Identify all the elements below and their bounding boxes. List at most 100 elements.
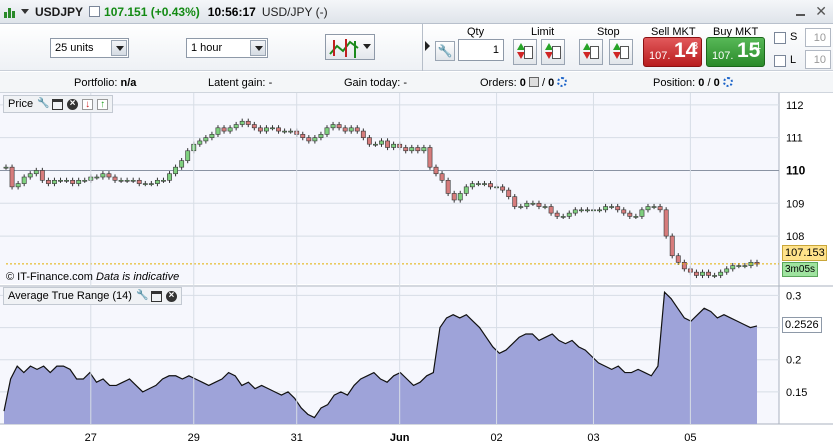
portfolio-label: Portfolio: xyxy=(74,77,118,89)
price-y-tick-label: 112 xyxy=(786,100,804,112)
position-label: Position: xyxy=(653,77,696,89)
symbol-name[interactable]: USDJPY xyxy=(35,5,83,19)
info-bar: Portfolio: n/a Latent gain: - Gain today… xyxy=(0,72,833,93)
chart-type-icon xyxy=(329,39,359,58)
stop-sell-button[interactable] xyxy=(609,39,633,65)
position-separator: / xyxy=(707,77,711,89)
limit-sell-button[interactable] xyxy=(541,39,565,65)
buy-order-icon[interactable]: ↑ xyxy=(97,98,109,110)
window-controls: ✕ xyxy=(796,4,827,18)
atr-panel-title: Average True Range (14) xyxy=(8,290,132,302)
limit-buy-button[interactable] xyxy=(513,39,537,65)
x-tick-label: 29 xyxy=(188,432,200,443)
stoploss-label: S xyxy=(790,31,798,43)
chevron-down-icon[interactable] xyxy=(363,44,371,49)
chart-area[interactable]: 108109110111112 0.150.20.250.3 272931Jun… xyxy=(0,93,833,443)
price-y-tick-label: 109 xyxy=(786,198,804,210)
window-icon[interactable] xyxy=(52,98,64,110)
qty-input[interactable]: 1 xyxy=(458,39,504,61)
copyright-text: © IT-Finance.com xyxy=(6,271,93,283)
sell-market-button[interactable]: 107. 14 3 xyxy=(643,37,702,67)
orders-count-b: 0 xyxy=(548,77,555,89)
timeframe-select[interactable]: 1 hour xyxy=(186,38,268,58)
atr-y-tick-label: 0.3 xyxy=(786,290,801,302)
indicative-text: Data is indicative xyxy=(96,271,180,283)
timeframe-value: 1 hour xyxy=(191,42,223,54)
atr-current-value: 0.2526 xyxy=(782,317,822,333)
collapse-arrow-icon[interactable] xyxy=(425,41,430,51)
minimize-icon[interactable] xyxy=(796,14,806,16)
chart-type-button[interactable] xyxy=(325,34,375,60)
price-panel-title: Price xyxy=(8,98,34,110)
limit-side-label: L xyxy=(790,54,797,66)
stoploss-input[interactable]: 10 xyxy=(805,28,831,47)
buy-price-sup: 1 xyxy=(755,41,761,52)
price-candle xyxy=(663,207,669,239)
limit-checkbox[interactable] xyxy=(774,55,786,67)
x-tick-label: 03 xyxy=(587,432,599,443)
quote-time: 10:56:17 xyxy=(207,4,256,19)
orders-separator: / xyxy=(542,77,546,89)
buy-market-button[interactable]: 107. 15 1 xyxy=(706,37,765,67)
units-value: 25 units xyxy=(55,42,94,54)
orders-label: Orders: xyxy=(480,77,517,89)
instrument-subtitle: USD/JPY (-) xyxy=(261,4,328,19)
stop-label: Stop xyxy=(597,26,620,38)
gain-today-label: Gain today: xyxy=(344,77,401,89)
price-panel-header: Price 🔧 × ↓ ↑ xyxy=(3,95,114,113)
limit-input[interactable]: 10 xyxy=(805,50,831,69)
last-price-badge: 107.153 xyxy=(782,245,827,261)
symbol-checkbox[interactable] xyxy=(89,6,101,17)
atr-y-tick-label: 0.2 xyxy=(786,355,801,367)
document-icon[interactable] xyxy=(528,77,539,87)
gain-today-info: Gain today: - xyxy=(344,77,407,89)
sell-price-prefix: 107. xyxy=(649,50,671,62)
chart-app-icon xyxy=(3,5,17,19)
sell-price-sup: 3 xyxy=(692,41,698,52)
wrench-icon[interactable]: 🔧 xyxy=(37,98,49,110)
portfolio-info: Portfolio: n/a xyxy=(74,77,136,89)
orders-info: Orders: 0 / 0 xyxy=(480,77,568,89)
x-tick-label: 27 xyxy=(85,432,97,443)
chevron-down-icon[interactable] xyxy=(21,9,29,14)
buy-price-prefix: 107. xyxy=(712,50,734,62)
stoploss-checkbox[interactable] xyxy=(774,32,786,44)
latent-gain-value: - xyxy=(268,77,273,89)
sell-order-icon[interactable]: ↓ xyxy=(82,98,94,110)
close-icon[interactable]: × xyxy=(165,290,177,302)
price-candle xyxy=(427,144,433,170)
limit-label: Limit xyxy=(531,26,555,38)
gear-icon[interactable] xyxy=(722,77,733,87)
chevron-down-icon[interactable] xyxy=(111,40,127,56)
stop-buy-button[interactable] xyxy=(579,39,603,65)
chevron-down-icon[interactable] xyxy=(250,40,266,56)
gear-icon[interactable] xyxy=(557,77,568,87)
price-candle xyxy=(445,177,451,197)
copyright-note: © IT-Finance.com Data is indicative xyxy=(6,271,179,283)
toolbar: 25 units 1 hour 🔧 Qty 1 Limit Stop Sell … xyxy=(0,24,833,71)
close-icon[interactable]: × xyxy=(67,98,79,110)
gain-today-value: - xyxy=(403,77,407,89)
position-count-a: 0 xyxy=(698,77,705,89)
title-bar: USDJPY 107.151 (+0.43%) 10:56:17 USD/JPY… xyxy=(0,0,833,24)
price-plot-bg xyxy=(0,93,779,284)
position-info: Position: 0 / 0 xyxy=(653,77,733,89)
wrench-icon[interactable]: 🔧 xyxy=(435,41,455,61)
orders-count-a: 0 xyxy=(519,77,526,89)
latent-gain-info: Latent gain: - xyxy=(208,77,272,89)
latent-gain-label: Latent gain: xyxy=(208,77,266,89)
units-select[interactable]: 25 units xyxy=(50,38,129,58)
x-tick-label: Jun xyxy=(390,432,410,443)
price-y-tick-label: 111 xyxy=(786,133,803,145)
close-icon[interactable]: ✕ xyxy=(815,4,827,18)
x-tick-label: 31 xyxy=(291,432,303,443)
candle-countdown-badge: 3m05s xyxy=(782,262,818,277)
x-tick-label: 02 xyxy=(490,432,502,443)
price-candle xyxy=(669,233,675,259)
price-change: 107.151 (+0.43%) xyxy=(104,4,200,19)
qty-label: Qty xyxy=(467,26,485,38)
window-icon[interactable] xyxy=(150,290,162,302)
portfolio-value: n/a xyxy=(120,77,137,89)
atr-y-tick-label: 0.15 xyxy=(786,387,807,399)
wrench-icon[interactable]: 🔧 xyxy=(136,290,148,302)
